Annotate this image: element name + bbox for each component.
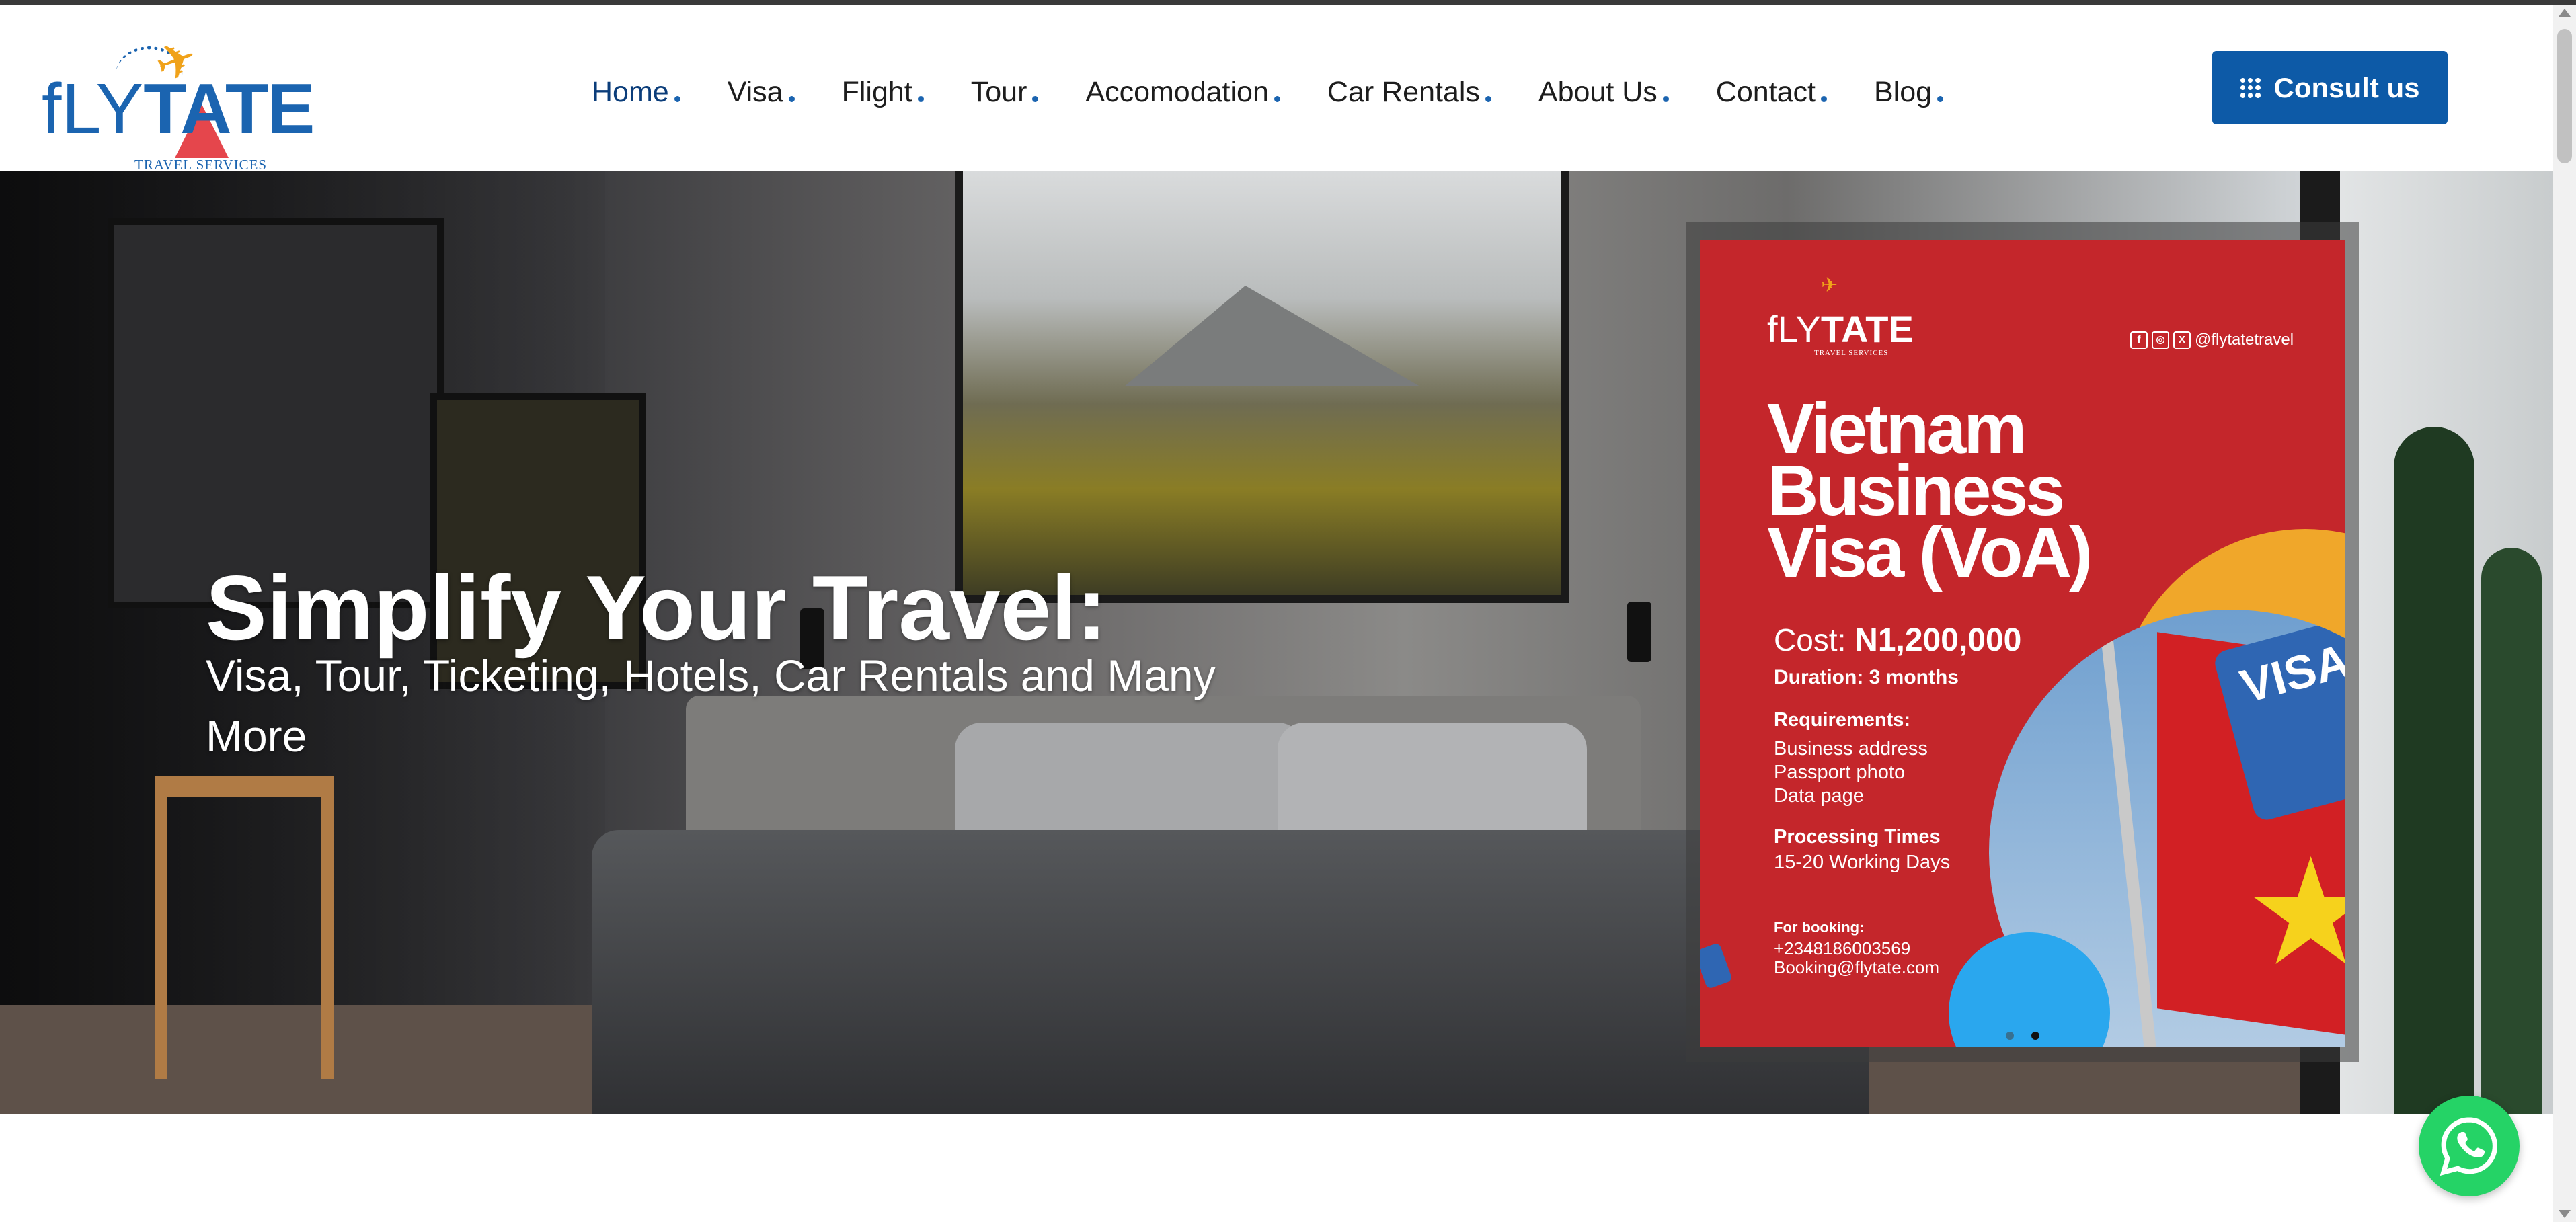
nav-dot-icon [917,95,924,102]
flyer-logo: ✈ fLYTATE TRAVEL SERVICES [1767,274,1914,357]
nav-dot-icon [1662,95,1669,102]
nav-item-label: Flight [841,75,912,108]
requirement-item: Data page [1774,785,1864,807]
processing-heading: Processing Times [1774,826,1941,848]
scroll-down-arrow-icon[interactable] [2559,1210,2571,1218]
flyer-logo-bold: TATE [1820,308,1914,350]
flyer-logo-light: fLY [1767,308,1821,350]
hero-subtitle: Visa, Tour, Ticketing, Hotels, Car Renta… [206,651,1216,761]
booking-email: Booking@flytate.com [1774,957,1940,977]
x-icon: X [2173,331,2191,349]
flyer-logo-tagline: TRAVEL SERVICES [1814,349,1889,357]
cost-value: N1,200,000 [1855,622,2022,658]
booking-contacts: +2348186003569 Booking@flytate.com [1774,939,1939,977]
scroll-thumb[interactable] [2557,29,2572,163]
vietnam-visa-flyer[interactable]: ★ VISA ✈ fLYTATE TRAVEL SERVICES f ◎ X @… [1700,240,2345,1047]
consult-us-button[interactable]: Consult us [2212,51,2448,124]
nav-dot-icon [1274,95,1280,102]
painting-mountain [1124,286,1420,386]
grid-icon [2240,77,2261,98]
social-handle: @flytatetravel [2195,331,2294,349]
nav-item-visa[interactable]: Visa [728,76,795,109]
facebook-icon: f [2130,331,2148,349]
whatsapp-chat-button[interactable] [2419,1096,2520,1196]
nav-item-about-us[interactable]: About Us [1538,76,1669,109]
airplane-icon: ✈ [1821,274,1838,296]
booking-phone: +2348186003569 [1774,938,1911,959]
nav-item-label: Tour [970,75,1027,108]
flyer-headline: Vietnam Business Visa (VoA) [1767,389,2093,592]
processing-value: 15-20 Working Days [1774,852,1951,873]
landscape-painting [955,171,1569,603]
slider-dot[interactable] [2006,1032,2014,1040]
requirements-heading: Requirements: [1774,709,1911,731]
scroll-up-arrow-icon[interactable] [2559,9,2571,17]
logo-name-light: fLY [42,69,144,149]
cactus-plant [2481,548,2542,1114]
requirements-list: Business address Passport photo Data pag… [1774,737,1928,808]
nav-item-contact[interactable]: Contact [1716,76,1827,109]
nav-item-label: Visa [727,75,783,108]
flytate-logo[interactable]: ✈ fLYTATE TRAVEL SERVICES [42,30,315,173]
wooden-chair [155,776,334,1079]
visa-card-label: VISA [2235,634,2345,713]
nav-item-label: Accomodation [1085,75,1269,108]
nav-item-blog[interactable]: Blog [1874,75,1944,109]
luggage-tag [1700,942,1733,990]
nav-dot-icon [674,95,680,102]
booking-heading: For booking: [1774,919,1865,936]
logo-name-bold: TATE [143,69,315,149]
nav-dot-icon [788,95,795,102]
nav-item-flight[interactable]: Flight [842,76,924,109]
nav-item-label: Blog [1874,75,1933,108]
nav-dot-icon [1032,95,1039,102]
browser-top-border [0,0,2576,5]
requirement-item: Business address [1774,738,1928,760]
whatsapp-icon [2440,1117,2498,1176]
flyer-duration: Duration: 3 months [1774,666,1959,688]
bed [592,830,1869,1114]
logo-wordmark: fLYTATE [42,73,315,145]
nav-item-label: About Us [1538,75,1657,108]
nav-item-tour[interactable]: Tour [971,76,1039,109]
wall-lamp [1627,602,1651,662]
flag-pole [2098,610,2161,1047]
cost-label: Cost: [1774,622,1846,657]
nav-item-home[interactable]: Home [592,76,680,109]
flyer-social: f ◎ X @flytatetravel [2130,331,2294,350]
flyer-cost: Cost: N1,200,000 [1774,622,2021,659]
slider-dot-active[interactable] [2031,1032,2039,1040]
nav-dot-icon [1485,95,1491,102]
site-header: ✈ fLYTATE TRAVEL SERVICES Home Visa Flig… [0,5,2553,173]
nav-item-label: Contact [1715,75,1816,108]
nav-dot-icon [1821,95,1827,102]
hero-title: Simplify Your Travel: [206,557,1107,659]
consult-us-label: Consult us [2273,71,2420,104]
page-scrollbar[interactable] [2553,5,2576,1222]
instagram-icon: ◎ [2152,331,2169,349]
nav-dot-icon [1937,95,1944,102]
main-nav: Home Visa Flight Tour Accomodation Car R… [592,72,1990,112]
requirement-item: Passport photo [1774,762,1906,783]
flag-star-icon: ★ [2245,829,2345,995]
wall-art-frame [108,218,444,608]
nav-item-label: Home [592,75,669,108]
nav-item-accomodation[interactable]: Accomodation [1085,76,1280,109]
nav-item-car-rentals[interactable]: Car Rentals [1327,76,1491,109]
nav-item-label: Car Rentals [1327,75,1480,108]
slider-dots [2006,1032,2057,1040]
cactus-plant [2394,427,2474,1114]
